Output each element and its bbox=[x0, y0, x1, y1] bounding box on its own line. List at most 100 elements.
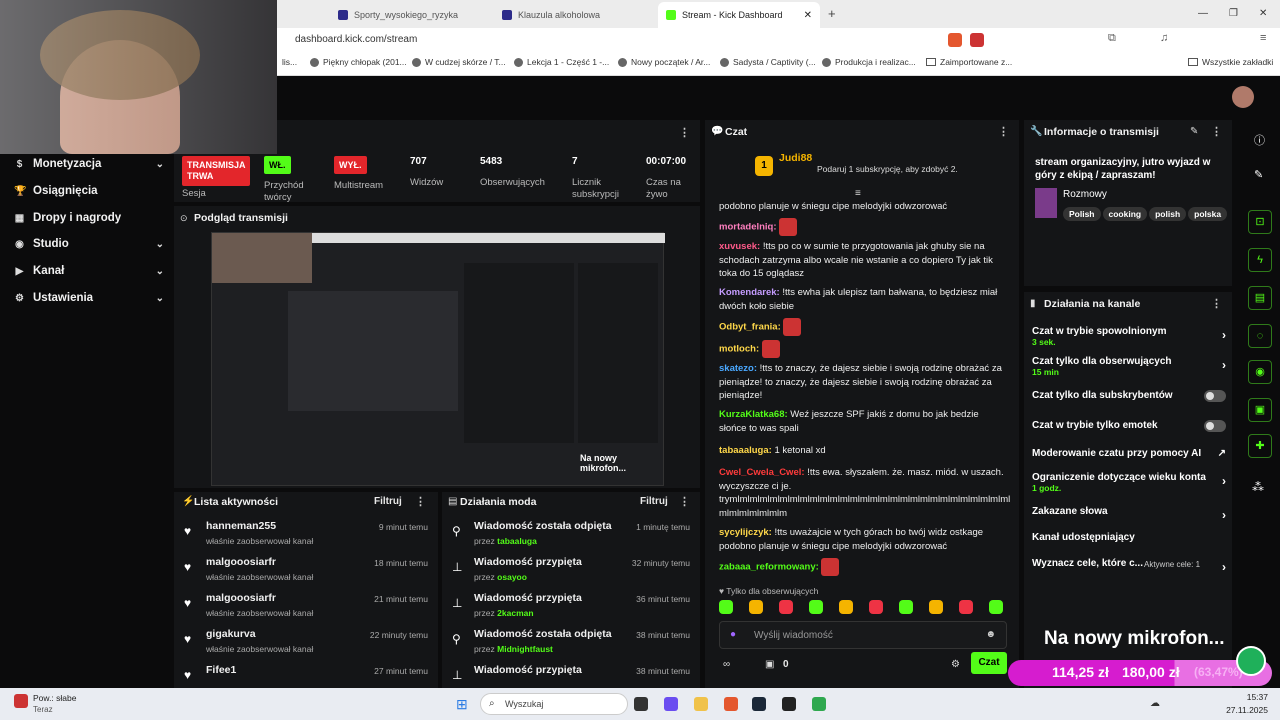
all-bookmarks[interactable]: Wszystkie zakładki bbox=[1188, 57, 1273, 67]
pencil-icon[interactable]: ✎ bbox=[1254, 168, 1263, 181]
app-icon[interactable] bbox=[812, 697, 826, 711]
chat-username[interactable]: skatezo: bbox=[719, 363, 757, 374]
sidebar-item-drops[interactable]: ▦ Dropy i nagrody bbox=[14, 212, 164, 224]
mod-filter-button[interactable]: Filtruj bbox=[640, 496, 668, 507]
bookmark[interactable]: Sadysta / Captivity (... bbox=[720, 57, 816, 67]
browser-tab-active[interactable]: Stream - Kick Dashboard ✕ bbox=[658, 2, 820, 28]
mod-user[interactable]: 2kacman bbox=[497, 608, 533, 618]
channel-setting[interactable]: Zakazane słowa › bbox=[1032, 506, 1226, 522]
chat-input-box[interactable]: ● Wyślij wiadomość ☻ bbox=[719, 621, 1007, 649]
broadcast-icon[interactable]: ◉ bbox=[1248, 360, 1272, 384]
more-options-icon[interactable]: ⋮ bbox=[998, 125, 1009, 138]
file-explorer-icon[interactable] bbox=[694, 697, 708, 711]
activity-user[interactable]: Fifee1 bbox=[206, 664, 236, 676]
sidebar-item-settings[interactable]: ⚙ Ustawienia ⌄ bbox=[14, 292, 164, 304]
sidebar-item-channel[interactable]: ▶ Kanał ⌄ bbox=[14, 265, 164, 277]
new-tab-icon[interactable]: + bbox=[828, 6, 836, 21]
maximize-icon[interactable]: ❐ bbox=[1229, 8, 1238, 19]
emote-icon[interactable] bbox=[719, 600, 733, 614]
emote-icon[interactable] bbox=[809, 600, 823, 614]
chat-username[interactable]: mortadelniq: bbox=[719, 222, 777, 233]
send-chat-button[interactable]: Czat bbox=[971, 652, 1007, 674]
chat-username[interactable]: motloch: bbox=[719, 344, 759, 355]
tag[interactable]: cooking bbox=[1102, 207, 1148, 221]
emote-icon[interactable] bbox=[899, 600, 913, 614]
bookmark-folder[interactable]: Zaimportowane z... bbox=[926, 57, 1012, 67]
bookmark[interactable]: Produkcja i realizac... bbox=[822, 57, 916, 67]
copilot-icon[interactable] bbox=[664, 697, 678, 711]
bookmark[interactable]: Piękny chłopak (201... bbox=[310, 57, 407, 67]
emote-icon[interactable] bbox=[929, 600, 943, 614]
mod-user[interactable]: tabaaluga bbox=[497, 536, 537, 546]
emote-icon[interactable] bbox=[959, 600, 973, 614]
minimize-icon[interactable]: — bbox=[1198, 8, 1208, 19]
emote-icon[interactable] bbox=[749, 600, 763, 614]
bolt-icon[interactable]: ϟ bbox=[1248, 248, 1272, 272]
chat-username[interactable]: tabaaaluga: bbox=[719, 445, 772, 456]
edit-icon[interactable]: ✎ bbox=[1190, 126, 1198, 137]
chat-username[interactable]: zabaaa_reformowany: bbox=[719, 562, 819, 573]
avatar[interactable] bbox=[1232, 86, 1254, 108]
channel-setting[interactable]: Moderowanie czatu przy pomocy AI ↗ bbox=[1032, 448, 1226, 459]
chat-username[interactable]: xuvusek: bbox=[719, 241, 760, 252]
channel-setting[interactable]: Czat w trybie tylko emotek bbox=[1032, 420, 1226, 432]
chat-settings-icon[interactable]: ⚙ bbox=[951, 659, 960, 670]
brave-rewards-icon[interactable] bbox=[970, 33, 984, 47]
media-icon[interactable]: ♫ bbox=[1160, 32, 1168, 44]
chat-bubble-icon[interactable]: ◌ bbox=[1248, 324, 1272, 348]
sidebar-item-achievements[interactable]: 🏆 Osiągnięcia bbox=[14, 185, 164, 197]
bookmark[interactable]: Lekcja 1 - Część 1 -... bbox=[514, 57, 609, 67]
sidebar-item-studio[interactable]: ◉ Studio ⌄ bbox=[14, 238, 164, 250]
steam-icon[interactable] bbox=[752, 697, 766, 711]
tag[interactable]: polska bbox=[1188, 207, 1228, 221]
emote-icon[interactable] bbox=[779, 600, 793, 614]
more-options-icon[interactable]: ⋮ bbox=[679, 495, 690, 508]
channel-setting[interactable]: Ograniczenie dotyczące wieku konta 1 godz… bbox=[1032, 472, 1226, 493]
mod-user[interactable]: osayoo bbox=[497, 572, 527, 582]
emoji-icon[interactable]: ☻ bbox=[985, 629, 996, 640]
close-window-icon[interactable]: ✕ bbox=[1259, 8, 1267, 19]
menu-icon[interactable]: ≡ bbox=[1260, 32, 1266, 44]
channel-setting[interactable]: Czat w trybie spowolnionym 3 sek. › bbox=[1032, 326, 1226, 347]
setting-toggle[interactable] bbox=[1204, 390, 1226, 402]
browser-tab[interactable]: Sporty_wysokiego_ryzyka bbox=[330, 2, 490, 28]
channel-setting[interactable]: Czat tylko dla obserwujących 15 min › bbox=[1032, 356, 1226, 377]
chat-username[interactable]: Odbyt_frania: bbox=[719, 322, 781, 333]
chat-username[interactable]: KurzaKlatka68: bbox=[719, 409, 788, 420]
close-tab-icon[interactable]: ✕ bbox=[804, 10, 812, 21]
browser-tab[interactable]: Klauzula alkoholowa bbox=[494, 2, 654, 28]
camera-icon[interactable]: ⊡ bbox=[1248, 210, 1272, 234]
bookmark[interactable]: Nowy początek / Ar... bbox=[618, 57, 710, 67]
wrench-icon[interactable]: ✚ bbox=[1248, 434, 1272, 458]
apps-icon[interactable]: ⁂ bbox=[1252, 480, 1264, 494]
windows-start-icon[interactable]: ⊞ bbox=[456, 696, 468, 713]
layout-icon[interactable]: ▣ bbox=[1248, 398, 1272, 422]
brave-icon[interactable] bbox=[724, 697, 738, 711]
more-options-icon[interactable]: ⋮ bbox=[679, 126, 690, 139]
more-options-icon[interactable]: ⋮ bbox=[415, 495, 426, 508]
emote-icon[interactable] bbox=[989, 600, 1003, 614]
activity-user[interactable]: gigakurva bbox=[206, 628, 256, 640]
bookmark[interactable]: W cudzej skórze / T... bbox=[412, 57, 506, 67]
activity-user[interactable]: malgooosiarfr bbox=[206, 556, 276, 568]
taskbar-search[interactable]: ⌕ Wyszukaj bbox=[480, 693, 628, 715]
chat-username[interactable]: Cwel_Cwela_Cwel: bbox=[719, 467, 805, 478]
channel-setting[interactable]: Czat tylko dla subskrybentów bbox=[1032, 390, 1226, 402]
activity-user[interactable]: hanneman255 bbox=[206, 520, 276, 532]
url-field[interactable]: dashboard.kick.com/stream bbox=[295, 34, 417, 45]
clipboard-icon[interactable]: ▤ bbox=[1248, 286, 1272, 310]
more-options-icon[interactable]: ⋮ bbox=[1211, 125, 1222, 138]
mod-user[interactable]: Midnightfaust bbox=[497, 644, 553, 654]
chat-username[interactable]: Komendarek: bbox=[719, 287, 780, 298]
info-icon[interactable]: ⓘ bbox=[1254, 132, 1265, 148]
emote-icon[interactable] bbox=[869, 600, 883, 614]
sidebar-item-monetization[interactable]: $ Monetyzacja ⌄ bbox=[14, 158, 164, 170]
more-options-icon[interactable]: ⋮ bbox=[1211, 297, 1222, 310]
activity-filter-button[interactable]: Filtruj bbox=[374, 496, 402, 507]
stream-preview-video[interactable]: Na nowy mikrofon... bbox=[211, 232, 665, 486]
setting-toggle[interactable] bbox=[1204, 420, 1226, 432]
chat-username[interactable]: sycylijczyk: bbox=[719, 527, 772, 538]
pin-collapse-icon[interactable]: ≡ bbox=[855, 188, 861, 199]
activity-user[interactable]: malgooosiarfr bbox=[206, 592, 276, 604]
brave-shield-icon[interactable] bbox=[948, 33, 962, 47]
